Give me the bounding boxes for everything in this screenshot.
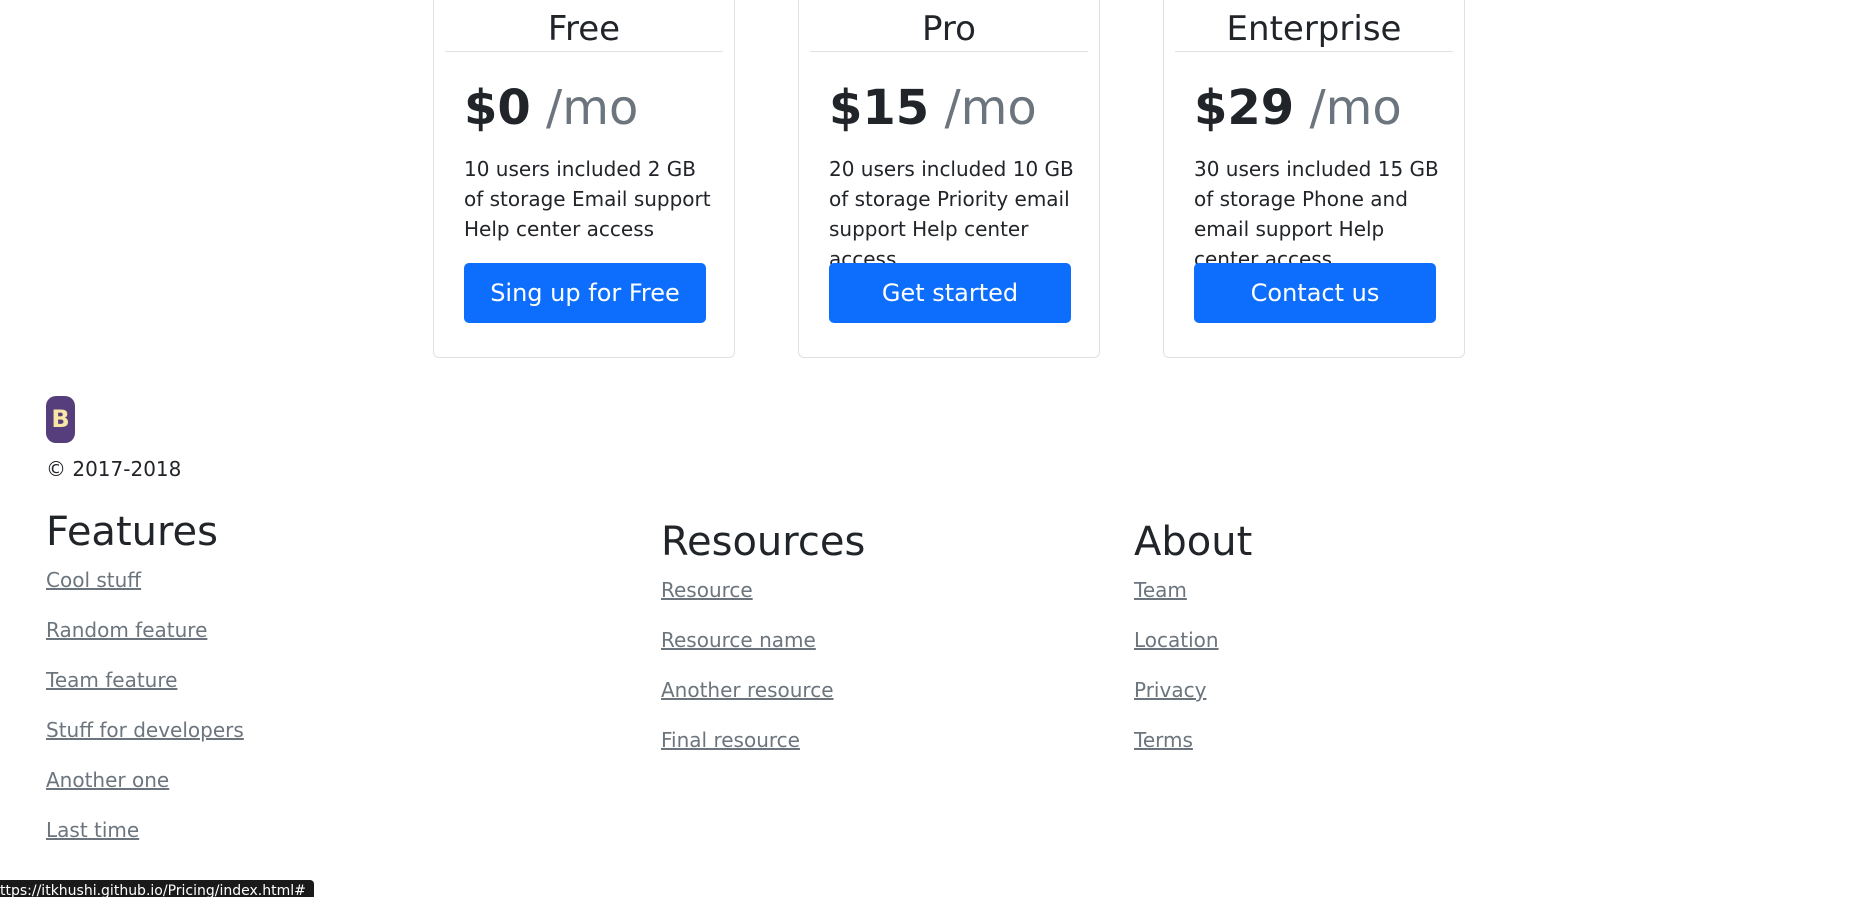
list-item: Random feature (46, 618, 244, 668)
price-amount: $0 (464, 80, 531, 136)
footer-link[interactable]: Stuff for developers (46, 718, 244, 742)
list-item: Resource name (661, 628, 834, 678)
bootstrap-logo-icon[interactable]: B (46, 396, 75, 443)
footer-heading-about: About (1134, 519, 1253, 565)
list-item: Team feature (46, 668, 244, 718)
copyright-text: © 2017-2018 (46, 457, 182, 481)
plan-price: $29 /mo (1194, 84, 1402, 132)
footer-link[interactable]: Privacy (1134, 678, 1206, 702)
plan-name: Pro (810, 0, 1088, 52)
list-item: Team (1134, 578, 1219, 628)
list-item: Final resource (661, 728, 834, 778)
list-item: Terms (1134, 728, 1219, 778)
plan-description: 20 users included 10 GB of storage Prior… (829, 157, 1074, 271)
pricing-card-pro: Pro $15 /mo 20 users included 10 GB of s… (798, 0, 1100, 358)
contact-us-button[interactable]: Contact us (1194, 263, 1436, 323)
footer-links-about: Team Location Privacy Terms (1134, 578, 1219, 778)
price-amount: $15 (829, 80, 930, 136)
footer-link[interactable]: Resource name (661, 628, 816, 652)
list-item: Cool stuff (46, 568, 244, 618)
list-item: Location (1134, 628, 1219, 678)
plan-name: Enterprise (1175, 0, 1453, 52)
footer-link[interactable]: Location (1134, 628, 1219, 652)
list-item: Stuff for developers (46, 718, 244, 768)
plan-description: 30 users included 15 GB of storage Phone… (1194, 157, 1439, 271)
pricing-card-free: Free $0 /mo 10 users included 2 GB of st… (433, 0, 735, 358)
price-period: /mo (530, 80, 639, 136)
footer-heading-features: Features (46, 509, 218, 555)
footer-link[interactable]: Terms (1134, 728, 1193, 752)
list-item: Privacy (1134, 678, 1219, 728)
browser-status-url: ttps://itkhushi.github.io/Pricing/index.… (0, 880, 314, 897)
footer-link[interactable]: Another resource (661, 678, 834, 702)
footer-links-resources: Resource Resource name Another resource … (661, 578, 834, 778)
page: Free $0 /mo 10 users included 2 GB of st… (0, 0, 1863, 897)
list-item: Another resource (661, 678, 834, 728)
list-item: Resource (661, 578, 834, 628)
plan-price: $15 /mo (829, 84, 1037, 132)
price-amount: $29 (1194, 80, 1295, 136)
footer-link[interactable]: Final resource (661, 728, 800, 752)
footer-link[interactable]: Team feature (46, 668, 177, 692)
footer-link[interactable]: Cool stuff (46, 568, 141, 592)
get-started-button[interactable]: Get started (829, 263, 1071, 323)
pricing-card-enterprise: Enterprise $29 /mo 30 users included 15 … (1163, 0, 1465, 358)
footer-link[interactable]: Team (1134, 578, 1187, 602)
footer-links-features: Cool stuff Random feature Team feature S… (46, 568, 244, 868)
footer-link[interactable]: Resource (661, 578, 753, 602)
footer-heading-resources: Resources (661, 519, 866, 565)
price-period: /mo (929, 80, 1037, 136)
footer-link[interactable]: Last time (46, 818, 139, 842)
footer-link[interactable]: Another one (46, 768, 169, 792)
plan-description: 10 users included 2 GB of storage Email … (464, 157, 711, 241)
footer-link[interactable]: Random feature (46, 618, 207, 642)
plan-name: Free (445, 0, 723, 52)
list-item: Last time (46, 818, 244, 868)
list-item: Another one (46, 768, 244, 818)
plan-price: $0 /mo (464, 84, 638, 132)
price-period: /mo (1294, 80, 1402, 136)
sign-up-free-button[interactable]: Sing up for Free (464, 263, 706, 323)
